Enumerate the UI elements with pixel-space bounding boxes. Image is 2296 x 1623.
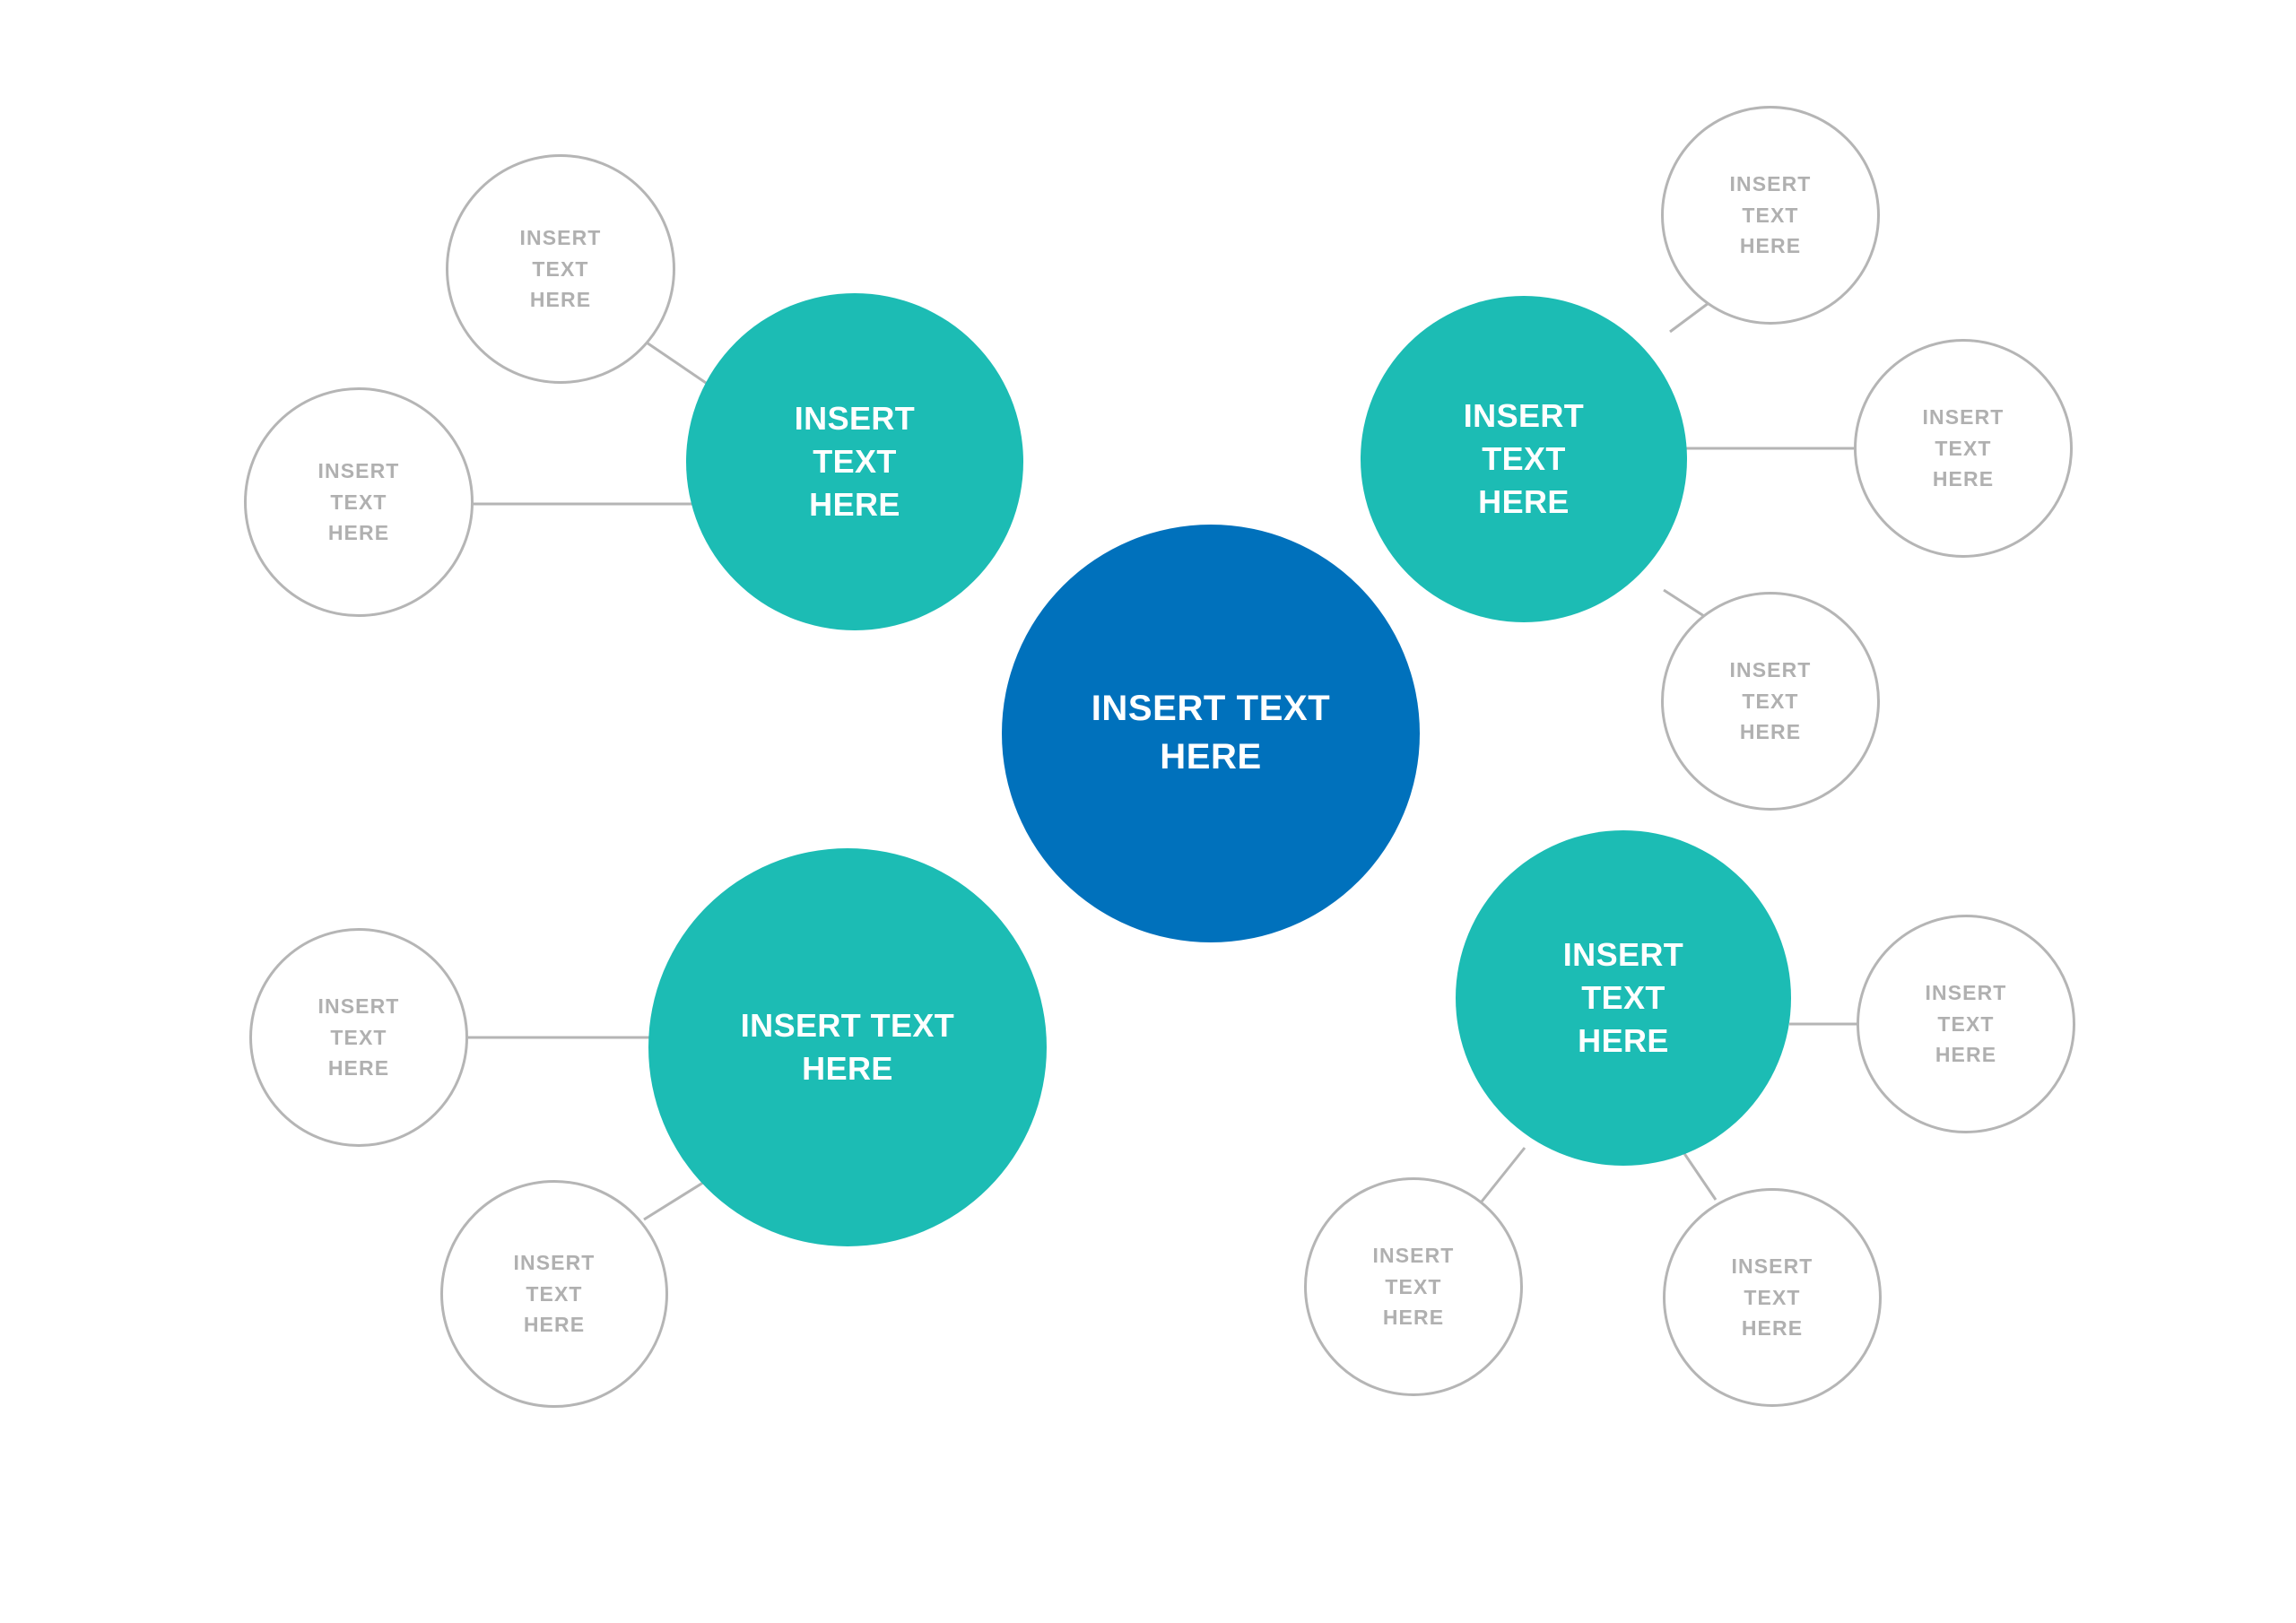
mindmap-node-leaf-bottom-right-side[interactable]: INSERT TEXT HERE: [1857, 915, 2075, 1133]
mindmap-node-leaf-top-right-upper[interactable]: INSERT TEXT HERE: [1661, 106, 1880, 325]
node-label: INSERT TEXT HERE: [1463, 396, 1585, 521]
node-label: INSERT TEXT HERE: [1729, 171, 1812, 258]
node-label: INSERT TEXT HERE: [794, 399, 916, 524]
node-label: INSERT TEXT HERE: [1562, 935, 1684, 1060]
node-label: INSERT TEXT HERE: [317, 458, 400, 545]
node-label: INSERT TEXT HERE: [1922, 404, 2005, 491]
mindmap-node-leaf-bottom-left-side[interactable]: INSERT TEXT HERE: [249, 928, 468, 1147]
node-label: INSERT TEXT HERE: [519, 225, 602, 312]
mindmap-node-branch-bottom-right[interactable]: INSERT TEXT HERE: [1456, 830, 1791, 1166]
connector-conn-tr-upper: [1669, 301, 1709, 334]
node-label: INSERT TEXT HERE: [1372, 1243, 1455, 1330]
mindmap-node-leaf-top-left-side[interactable]: INSERT TEXT HERE: [244, 387, 474, 617]
node-label: INSERT TEXT HERE: [1731, 1254, 1813, 1341]
mindmap-node-branch-bottom-left[interactable]: INSERT TEXT HERE: [648, 848, 1047, 1246]
mindmap-node-center[interactable]: INSERT TEXT HERE: [1002, 525, 1420, 942]
mindmap-canvas: INSERT TEXT HERE INSERT TEXT HERE INSERT T…: [0, 0, 2296, 1623]
connector-conn-br-lowrt: [1680, 1149, 1718, 1201]
node-label: INSERT TEXT HERE: [317, 994, 400, 1081]
footer: MIND MAP DIAGRAM TEMPLATE CREATED BY Tem…: [0, 1417, 2296, 1560]
mindmap-node-leaf-bottom-left-lower[interactable]: INSERT TEXT HERE: [440, 1180, 668, 1408]
mindmap-node-leaf-top-right-lower[interactable]: INSERT TEXT HERE: [1661, 592, 1880, 811]
mindmap-node-leaf-top-right-side[interactable]: INSERT TEXT HERE: [1854, 339, 2073, 558]
node-label: INSERT TEXT HERE: [1729, 657, 1812, 744]
mindmap-node-leaf-top-left-upper[interactable]: INSERT TEXT HERE: [446, 154, 675, 384]
mindmap-node-branch-top-left[interactable]: INSERT TEXT HERE: [686, 293, 1023, 630]
node-label: INSERT TEXT HERE: [513, 1250, 596, 1337]
mindmap-node-leaf-bottom-right-lowright[interactable]: INSERT TEXT HERE: [1663, 1188, 1882, 1407]
node-label: INSERT TEXT HERE: [1091, 689, 1331, 777]
mindmap-node-branch-top-right[interactable]: INSERT TEXT HERE: [1361, 296, 1687, 622]
node-label: INSERT TEXT HERE: [740, 1006, 955, 1087]
mindmap-node-leaf-bottom-right-lowleft[interactable]: INSERT TEXT HERE: [1304, 1177, 1523, 1396]
node-label: INSERT TEXT HERE: [1925, 980, 2007, 1067]
connector-conn-br-lowleft: [1480, 1147, 1526, 1202]
